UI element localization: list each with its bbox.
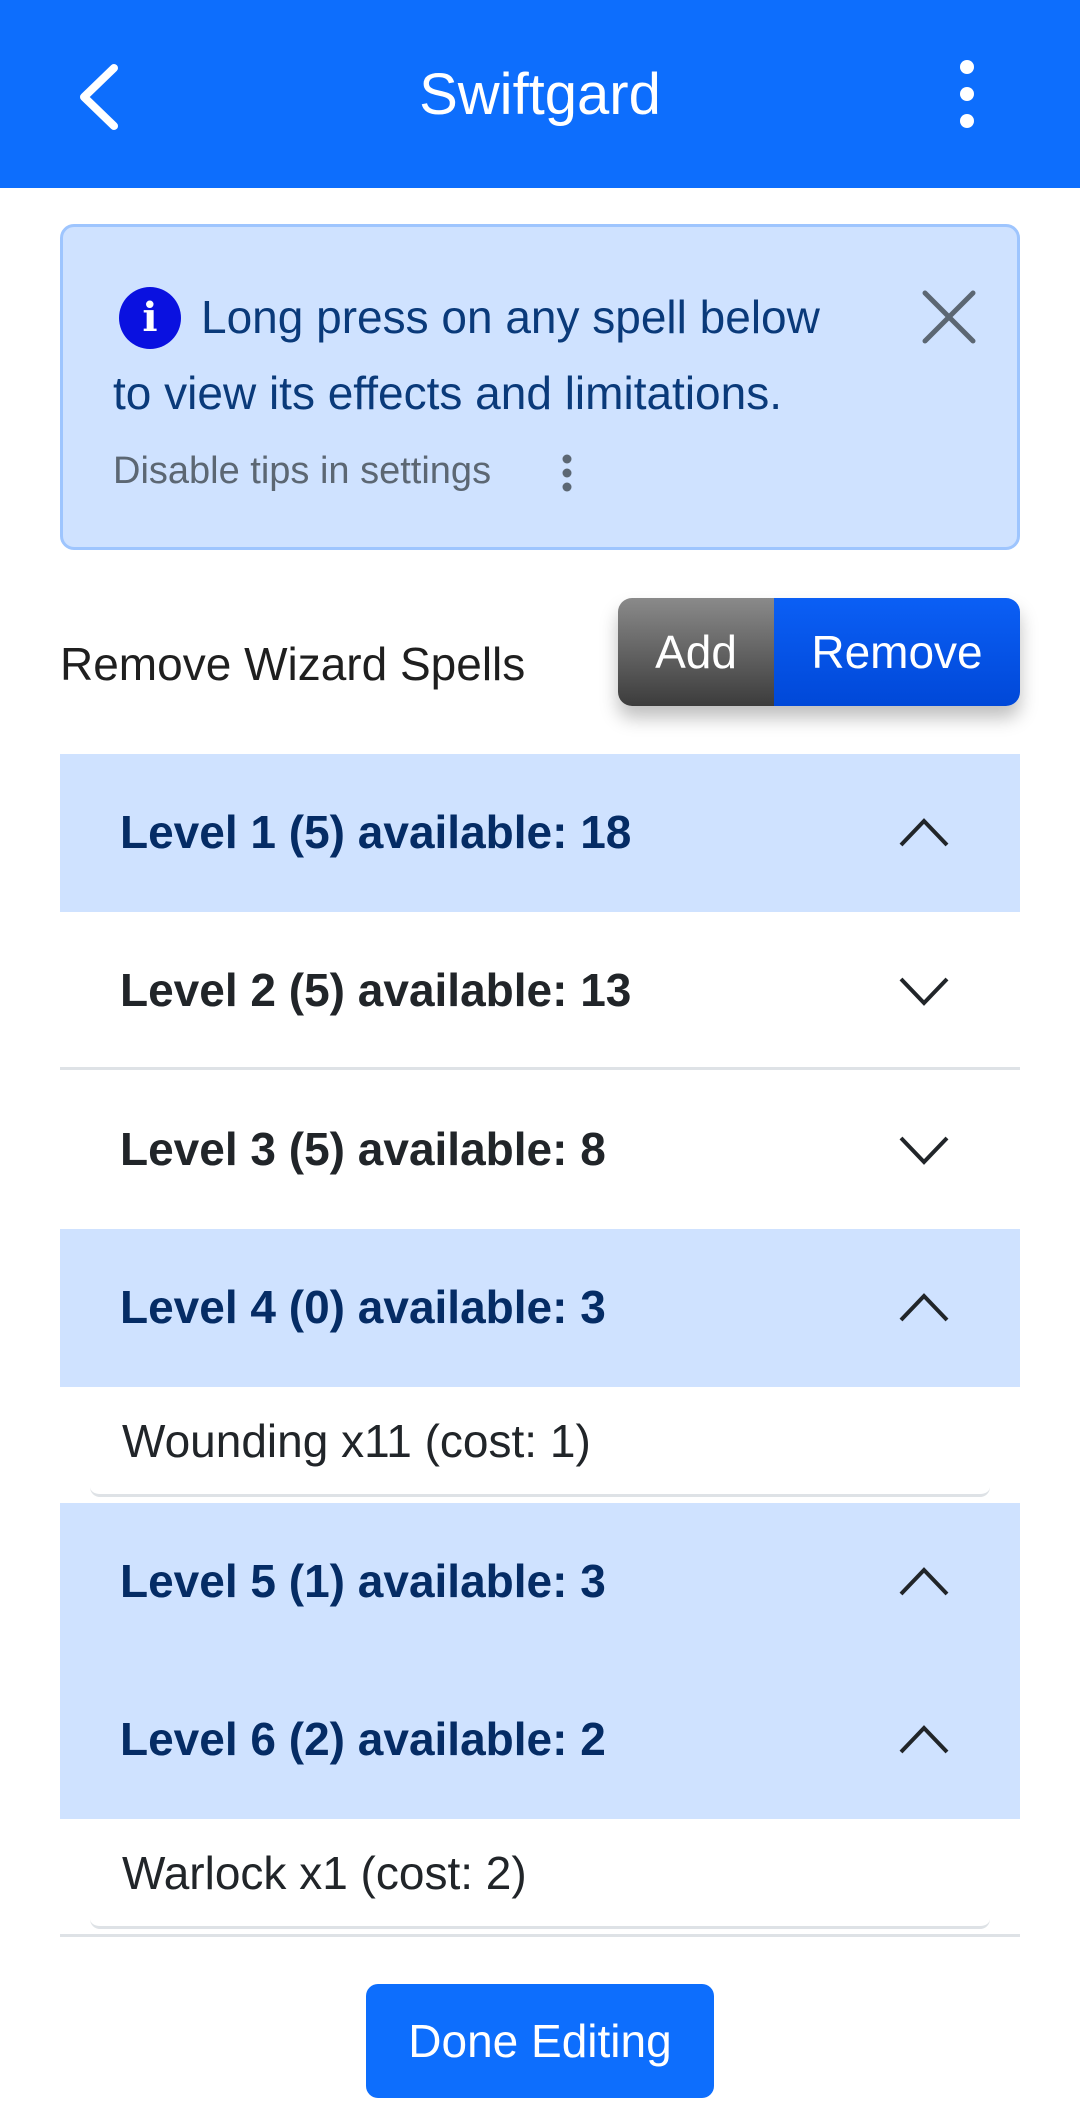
accordion-level-5[interactable]: Level 5 (1) available: 3 — [60, 1503, 1020, 1661]
accordion-label: Level 1 (5) available: 18 — [120, 806, 632, 858]
accordion-label: Level 4 (0) available: 3 — [120, 1281, 606, 1333]
accordion-level-3[interactable]: Level 3 (5) available: 8 — [60, 1071, 1020, 1229]
disable-tips-hint: Disable tips in settings — [113, 450, 492, 492]
add-toggle-button[interactable]: Add — [618, 598, 774, 706]
spell-list-item[interactable]: Warlock x1 (cost: 2) — [90, 1819, 990, 1929]
overflow-menu-icon[interactable] — [950, 58, 984, 130]
page-title: Swiftgard — [419, 62, 661, 127]
done-editing-button[interactable]: Done Editing — [366, 1984, 714, 2098]
chevron-up-icon — [899, 1567, 949, 1596]
remove-toggle-button[interactable]: Remove — [774, 598, 1020, 706]
tip-text-line2: to view its effects and limitations. — [113, 367, 782, 419]
accordion-level-2[interactable]: Level 2 (5) available: 13 — [60, 912, 1020, 1070]
chevron-up-icon — [899, 1725, 949, 1754]
accordion-level-6[interactable]: Level 6 (2) available: 2 — [60, 1661, 1020, 1819]
app-bar: Swiftgard — [0, 0, 1080, 188]
tip-text-line1: Long press on any spell below — [201, 291, 820, 343]
accordion-level-4[interactable]: Level 4 (0) available: 3 — [60, 1229, 1020, 1387]
chevron-up-icon — [899, 1293, 949, 1322]
tip-banner: i Long press on any spell below to view … — [60, 224, 1020, 550]
accordion-label: Level 6 (2) available: 2 — [120, 1713, 606, 1765]
accordion-label: Level 5 (1) available: 3 — [120, 1555, 606, 1607]
spell-name: Wounding x11 (cost: 1) — [122, 1415, 591, 1467]
section-title: Remove Wizard Spells — [60, 638, 526, 690]
chevron-up-icon — [899, 818, 949, 847]
accordion-label: Level 3 (5) available: 8 — [120, 1123, 606, 1175]
chevron-down-icon — [899, 1136, 949, 1165]
accordion-label: Level 2 (5) available: 13 — [120, 964, 632, 1016]
add-remove-toggle: Add Remove — [618, 598, 1020, 706]
close-icon[interactable] — [919, 287, 979, 347]
vertical-dots-icon — [562, 454, 572, 492]
spell-list-item[interactable]: Wounding x11 (cost: 1) — [90, 1387, 990, 1497]
accordion-level-1[interactable]: Level 1 (5) available: 18 — [60, 754, 1020, 912]
list-divider — [60, 1934, 1020, 1937]
info-icon: i — [119, 287, 181, 349]
spell-name: Warlock x1 (cost: 2) — [122, 1847, 527, 1899]
chevron-down-icon — [899, 977, 949, 1006]
